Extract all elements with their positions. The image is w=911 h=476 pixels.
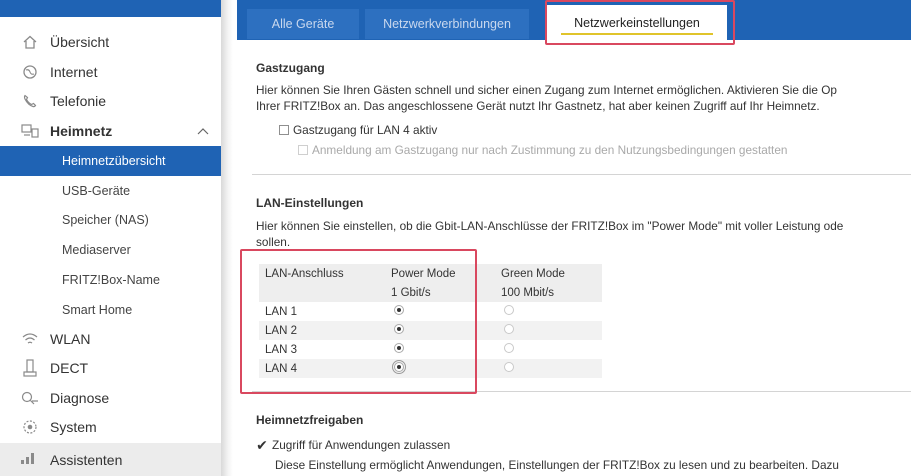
tab-netzwerkeinstellungen[interactable]: Netzwerkeinstellungen: [547, 5, 727, 40]
sidebar-item-diagnose[interactable]: Diagnose: [0, 383, 221, 413]
guest-consent-label: Anmeldung am Gastzugang nur nach Zustimm…: [312, 143, 788, 157]
sidebar-item-uebersicht[interactable]: Übersicht: [0, 27, 221, 57]
sidebar-shadow: [221, 0, 233, 476]
sidebar-item-system[interactable]: System: [0, 412, 221, 442]
sidebar-item-label: Diagnose: [50, 390, 110, 406]
tab-alle-geraete[interactable]: Alle Geräte: [247, 9, 359, 39]
sidebar-item-dect[interactable]: DECT: [0, 353, 221, 383]
sidebar-item-label: Internet: [50, 64, 98, 80]
lan-port-label: LAN 2: [265, 324, 297, 337]
lan1-power-radio[interactable]: [394, 305, 404, 315]
section-divider: [252, 391, 911, 392]
lan-description-line2: sollen.: [256, 235, 291, 249]
main-content: Gastzugang Hier können Sie Ihren Gästen …: [252, 40, 911, 476]
lan-port-label: LAN 4: [265, 362, 297, 375]
sidebar-subitem-mediaserver[interactable]: Mediaserver: [0, 235, 221, 265]
system-icon: [20, 417, 40, 437]
globe-icon: [20, 62, 40, 82]
tab-label: Alle Geräte: [271, 17, 335, 31]
sidebar-item-label: DECT: [50, 360, 89, 376]
sidebar-top-bar: [0, 0, 221, 17]
guest-consent-checkbox: [298, 145, 308, 155]
section-title-lan-einstellungen: LAN-Einstellungen: [256, 196, 364, 210]
wifi-icon: [20, 329, 40, 349]
tab-label: Netzwerkeinstellungen: [574, 15, 700, 30]
lan-table-subheader: 1 Gbit/s 100 Mbit/s: [259, 283, 602, 302]
lan3-power-radio[interactable]: [394, 343, 404, 353]
share-apps-checkbox[interactable]: ✔: [256, 438, 268, 452]
lan-description-line1: Hier können Sie einstellen, ob die Gbit-…: [256, 219, 844, 233]
sidebar-subitem-label: Speicher (NAS): [62, 213, 149, 227]
phone-icon: [20, 91, 40, 111]
share-apps-checkbox-row[interactable]: ✔ Zugriff für Anwendungen zulassen: [256, 438, 450, 452]
tab-bar: Alle Geräte Netzwerkverbindungen Netzwer…: [237, 0, 911, 40]
table-row: LAN 2: [259, 321, 602, 340]
network-icon: [20, 121, 40, 141]
sidebar-item-label: Heimnetz: [50, 123, 113, 139]
guest-description-line1: Hier können Sie Ihren Gästen schnell und…: [256, 83, 837, 97]
lan-table: LAN-Anschluss Power Mode Green Mode 1 Gb…: [259, 264, 602, 378]
subheader-power-speed: 1 Gbit/s: [391, 286, 431, 299]
sidebar-item-label: Assistenten: [50, 451, 123, 468]
sidebar-item-label: WLAN: [50, 331, 91, 347]
assistant-icon: [20, 451, 36, 468]
sidebar-subitem-usb-geraete[interactable]: USB-Geräte: [0, 176, 221, 206]
share-description: Diese Einstellung ermöglicht Anwendungen…: [275, 458, 839, 472]
chevron-up-icon[interactable]: [197, 124, 209, 138]
dect-phone-icon: [20, 358, 40, 378]
guest-description-line2: Ihrer FRITZ!Box an. Das angeschlossene G…: [256, 99, 820, 113]
guest-lan4-checkbox[interactable]: [279, 125, 289, 135]
sidebar-item-label: System: [50, 419, 97, 435]
sidebar-subitem-label: FRITZ!Box-Name: [62, 273, 160, 287]
home-icon: [20, 32, 40, 52]
table-row: LAN 3: [259, 340, 602, 359]
header-empty: [259, 283, 385, 302]
lan4-power-radio[interactable]: [392, 360, 406, 374]
share-apps-label: Zugriff für Anwendungen zulassen: [272, 438, 451, 452]
sidebar-item-label: Telefonie: [50, 93, 107, 109]
lan-table-header: LAN-Anschluss Power Mode Green Mode: [259, 264, 602, 283]
guest-consent-checkbox-row: Anmeldung am Gastzugang nur nach Zustimm…: [298, 143, 787, 157]
sidebar-item-heimnetz[interactable]: Heimnetz: [0, 116, 221, 146]
sidebar-subitem-label: USB-Geräte: [62, 184, 131, 198]
lan2-green-radio[interactable]: [504, 324, 514, 334]
header-lan-anschluss: LAN-Anschluss: [265, 267, 344, 280]
tab-netzwerkverbindungen[interactable]: Netzwerkverbindungen: [365, 9, 529, 39]
tab-label: Netzwerkverbindungen: [383, 17, 511, 31]
sidebar-subitem-speicher-nas[interactable]: Speicher (NAS): [0, 205, 221, 235]
sidebar-subitem-label: Heimnetzübersicht: [62, 154, 166, 168]
sidebar-subitem-smart-home[interactable]: Smart Home: [0, 295, 221, 325]
diagnose-icon: [20, 388, 40, 408]
section-title-gastzugang: Gastzugang: [256, 61, 325, 75]
guest-lan4-label: Gastzugang für LAN 4 aktiv: [293, 123, 438, 137]
table-row: LAN 4: [259, 359, 602, 378]
subheader-green-speed: 100 Mbit/s: [501, 286, 555, 299]
lan1-green-radio[interactable]: [504, 305, 514, 315]
sidebar-item-telefonie[interactable]: Telefonie: [0, 86, 221, 116]
table-row: LAN 1: [259, 302, 602, 321]
lan4-green-radio[interactable]: [504, 362, 514, 372]
lan-port-label: LAN 1: [265, 305, 297, 318]
section-title-heimnetzfreigaben: Heimnetzfreigaben: [256, 413, 364, 427]
sidebar-subitem-heimnetzuebersicht[interactable]: Heimnetzübersicht: [0, 146, 221, 176]
sidebar-item-assistenten[interactable]: Assistenten: [0, 443, 221, 476]
section-divider: [252, 174, 911, 175]
header-power-mode: Power Mode: [391, 267, 456, 280]
active-tab-underline: [561, 33, 713, 35]
sidebar-subitem-label: Smart Home: [62, 303, 133, 317]
sidebar-item-label: Übersicht: [50, 34, 110, 50]
guest-lan4-checkbox-row[interactable]: Gastzugang für LAN 4 aktiv: [279, 123, 437, 137]
lan2-power-radio[interactable]: [394, 324, 404, 334]
sidebar-item-internet[interactable]: Internet: [0, 57, 221, 87]
sidebar-item-wlan[interactable]: WLAN: [0, 324, 221, 354]
header-green-mode: Green Mode: [501, 267, 565, 280]
sidebar-subitem-label: Mediaserver: [62, 243, 131, 257]
lan-port-label: LAN 3: [265, 343, 297, 356]
lan3-green-radio[interactable]: [504, 343, 514, 353]
sidebar-subitem-fritzbox-name[interactable]: FRITZ!Box-Name: [0, 265, 221, 295]
sidebar: Übersicht Internet Telefonie Heimnetz He…: [0, 0, 221, 476]
